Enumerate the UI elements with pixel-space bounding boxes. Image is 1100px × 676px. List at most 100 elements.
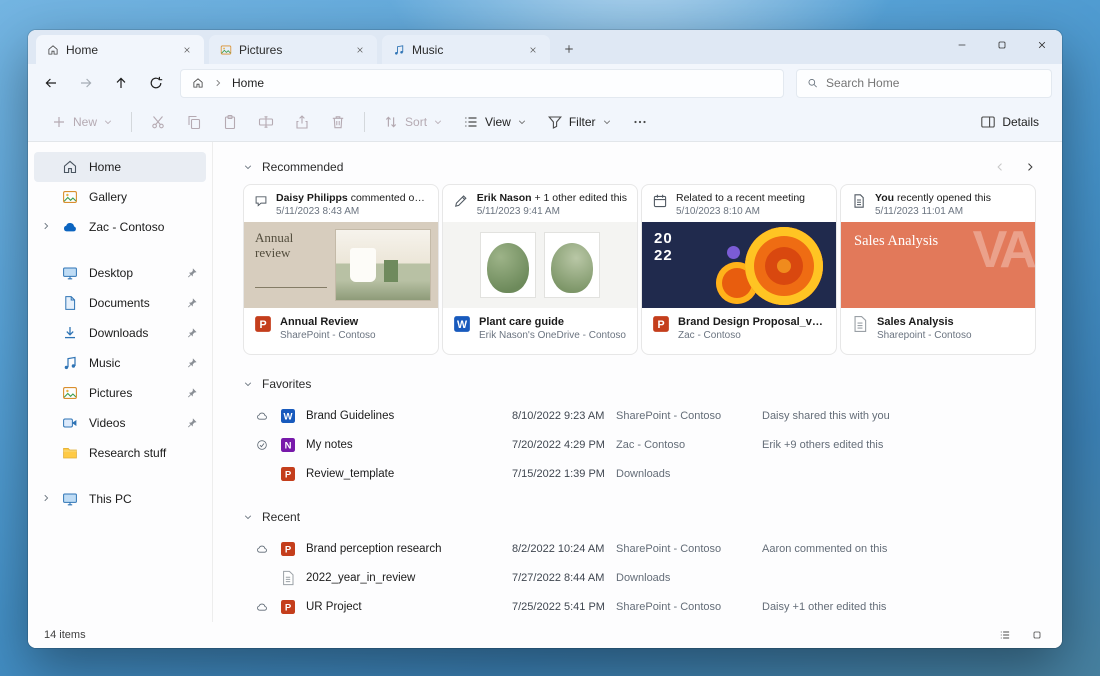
close-button[interactable]	[1022, 30, 1062, 60]
tab-home[interactable]: Home	[36, 35, 204, 64]
more-options-button[interactable]	[623, 106, 657, 137]
tab-close-icon[interactable]	[524, 41, 542, 59]
new-button[interactable]: New	[42, 106, 122, 137]
carousel-prev-button[interactable]	[994, 161, 1006, 173]
copy-button[interactable]	[177, 106, 211, 137]
pin-icon[interactable]	[186, 387, 198, 399]
file-date: 7/25/2022 5:41 PM	[512, 601, 616, 613]
rename-button[interactable]	[249, 106, 283, 137]
file-location: SharePoint - Contoso	[616, 410, 762, 422]
sidebar-item-gallery[interactable]: Gallery	[34, 182, 206, 212]
card-activity: Erik Nason + 1 other edited this 5/11/20…	[443, 185, 637, 222]
maximize-icon	[996, 39, 1008, 51]
pin-icon[interactable]	[186, 297, 198, 309]
powerpoint-icon	[280, 541, 296, 557]
sort-button-label: Sort	[405, 115, 427, 129]
delete-button[interactable]	[321, 106, 355, 137]
details-button[interactable]: Details	[971, 106, 1048, 137]
minimize-button[interactable]	[942, 30, 982, 60]
sidebar-item-label: Music	[89, 356, 120, 370]
file-icon	[280, 570, 296, 586]
powerpoint-icon	[254, 315, 272, 333]
home-icon	[62, 159, 78, 175]
sidebar-item-label: Downloads	[89, 326, 148, 340]
comment-icon	[254, 193, 268, 209]
favorites-list: Brand Guidelines 8/10/2022 9:23 AM Share…	[243, 401, 1036, 488]
sidebar-item-documents[interactable]: Documents	[34, 288, 206, 318]
sidebar-item-home[interactable]: Home	[34, 152, 206, 182]
section-header-favorites[interactable]: Favorites	[243, 369, 1036, 399]
expand-chevron-icon[interactable]	[41, 493, 51, 503]
sort-button[interactable]: Sort	[374, 106, 452, 137]
file-row-ur-project[interactable]: UR Project 7/25/2022 5:41 PM SharePoint …	[243, 592, 1036, 621]
section-header-recent[interactable]: Recent	[243, 502, 1036, 532]
forward-icon	[78, 75, 94, 91]
file-thumbnail[interactable]: 2022	[642, 222, 836, 308]
view-toggles	[992, 625, 1050, 645]
cut-button[interactable]	[141, 106, 175, 137]
tab-label: Pictures	[239, 43, 344, 57]
file-activity: Erik +9 others edited this	[762, 439, 1036, 451]
file-row-review-template[interactable]: Review_template 7/15/2022 1:39 PM Downlo…	[243, 459, 1036, 488]
pin-icon[interactable]	[186, 267, 198, 279]
sidebar-item-this-pc[interactable]: This PC	[34, 484, 206, 514]
up-button[interactable]	[104, 69, 137, 98]
breadcrumb-item-home[interactable]: Home	[232, 76, 264, 90]
card-file-location: Sharepoint - Contoso	[877, 330, 972, 341]
carousel-next-button[interactable]	[1024, 161, 1036, 173]
sidebar-item-videos[interactable]: Videos	[34, 408, 206, 438]
file-thumbnail[interactable]	[443, 222, 637, 308]
recommended-card[interactable]: Erik Nason + 1 other edited this 5/11/20…	[442, 184, 638, 355]
file-row-brand-guidelines[interactable]: Brand Guidelines 8/10/2022 9:23 AM Share…	[243, 401, 1036, 430]
expand-chevron-icon[interactable]	[41, 221, 51, 231]
breadcrumb[interactable]: Home	[180, 69, 784, 98]
file-location: SharePoint - Contoso	[616, 601, 762, 613]
recommended-card[interactable]: You recently opened this 5/11/2023 11:01…	[840, 184, 1036, 355]
list-view-toggle-button[interactable]	[992, 625, 1018, 645]
share-button[interactable]	[285, 106, 319, 137]
view-button[interactable]: View	[454, 106, 536, 137]
section-header-recommended[interactable]: Recommended	[243, 152, 1036, 182]
thumbnail-title: Annual review	[255, 231, 327, 288]
recommended-card[interactable]: Daisy Philipps commented on... 5/11/2023…	[243, 184, 439, 355]
large-icons-toggle-button[interactable]	[1024, 625, 1050, 645]
toolbar-separator	[131, 112, 132, 132]
search-input[interactable]	[826, 76, 1041, 90]
search-box[interactable]	[796, 69, 1052, 98]
pin-icon[interactable]	[186, 417, 198, 429]
tab-close-icon[interactable]	[178, 41, 196, 59]
maximize-button[interactable]	[982, 30, 1022, 60]
refresh-button[interactable]	[139, 69, 172, 98]
tab-pictures[interactable]: Pictures	[209, 35, 377, 64]
file-row-2022-year-in-review[interactable]: 2022_year_in_review 7/27/2022 8:44 AM Do…	[243, 563, 1036, 592]
cut-icon	[150, 114, 166, 130]
filter-button[interactable]: Filter	[538, 106, 621, 137]
sidebar-item-pictures[interactable]: Pictures	[34, 378, 206, 408]
chevron-down-icon	[103, 117, 113, 127]
file-thumbnail[interactable]: Sales Analysis VA	[841, 222, 1035, 308]
pin-icon[interactable]	[186, 357, 198, 369]
card-activity: Daisy Philipps commented on... 5/11/2023…	[244, 185, 438, 222]
paste-icon	[222, 114, 238, 130]
file-location: Downloads	[616, 572, 762, 584]
sidebar-item-music[interactable]: Music	[34, 348, 206, 378]
paste-button[interactable]	[213, 106, 247, 137]
back-button[interactable]	[34, 69, 67, 98]
sidebar-item-downloads[interactable]: Downloads	[34, 318, 206, 348]
file-row-my-notes[interactable]: My notes 7/20/2022 4:29 PM Zac - Contoso…	[243, 430, 1036, 459]
sidebar-item-research-stuff[interactable]: Research stuff	[34, 438, 206, 468]
sidebar-item-desktop[interactable]: Desktop	[34, 258, 206, 288]
document-icon	[62, 295, 78, 311]
sidebar-item-zac-contoso[interactable]: Zac - Contoso	[34, 212, 206, 242]
forward-button[interactable]	[69, 69, 102, 98]
cloud-status-icon	[256, 601, 280, 613]
file-thumbnail[interactable]: Annual review	[244, 222, 438, 308]
tab-music[interactable]: Music	[382, 35, 550, 64]
pin-icon[interactable]	[186, 327, 198, 339]
tab-close-icon[interactable]	[351, 41, 369, 59]
recommended-card[interactable]: Related to a recent meeting 5/10/2023 8:…	[641, 184, 837, 355]
rename-icon	[258, 114, 274, 130]
file-row-brand-perception-research[interactable]: Brand perception research 8/2/2022 10:24…	[243, 534, 1036, 563]
new-tab-button[interactable]	[556, 37, 582, 61]
sidebar-item-label: Documents	[89, 296, 150, 310]
